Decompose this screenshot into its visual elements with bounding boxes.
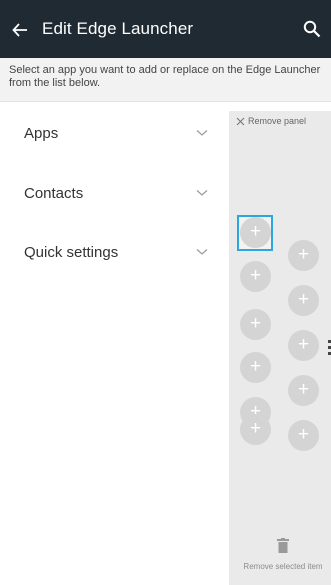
- category-label: Apps: [24, 125, 59, 142]
- launcher-slot[interactable]: +: [240, 309, 271, 340]
- launcher-slot[interactable]: +: [240, 217, 271, 248]
- launcher-slot[interactable]: +: [288, 375, 319, 406]
- category-apps[interactable]: Apps: [0, 115, 225, 155]
- launcher-slot[interactable]: +: [288, 420, 319, 451]
- launcher-slot[interactable]: +: [240, 414, 271, 445]
- category-label: Quick settings: [24, 244, 119, 261]
- launcher-slot[interactable]: +: [240, 261, 271, 292]
- chevron-down-icon: [196, 190, 208, 196]
- launcher-slot[interactable]: +: [288, 240, 319, 271]
- search-icon[interactable]: [303, 20, 321, 38]
- category-quick-settings[interactable]: Quick settings: [0, 234, 225, 274]
- remove-panel-label: Remove panel: [248, 116, 307, 126]
- instructions-text: Select an app you want to add or replace…: [0, 58, 331, 102]
- chevron-down-icon: [196, 249, 208, 255]
- trash-icon: [277, 538, 289, 553]
- chevron-down-icon: [196, 130, 208, 136]
- remove-panel-button[interactable]: Remove panel: [236, 113, 306, 129]
- category-label: Contacts: [24, 185, 84, 202]
- launcher-slot[interactable]: +: [288, 285, 319, 316]
- launcher-slot[interactable]: +: [240, 352, 271, 383]
- back-arrow-icon[interactable]: [12, 22, 28, 38]
- app-header: Edit Edge Launcher: [0, 0, 331, 58]
- remove-selected-label: Remove selected item: [243, 562, 323, 571]
- page-title: Edit Edge Launcher: [42, 19, 194, 38]
- remove-selected-item-button[interactable]: Remove selected item: [238, 538, 328, 572]
- category-contacts[interactable]: Contacts: [0, 175, 225, 215]
- close-icon: [236, 117, 245, 125]
- launcher-slot[interactable]: +: [288, 330, 319, 361]
